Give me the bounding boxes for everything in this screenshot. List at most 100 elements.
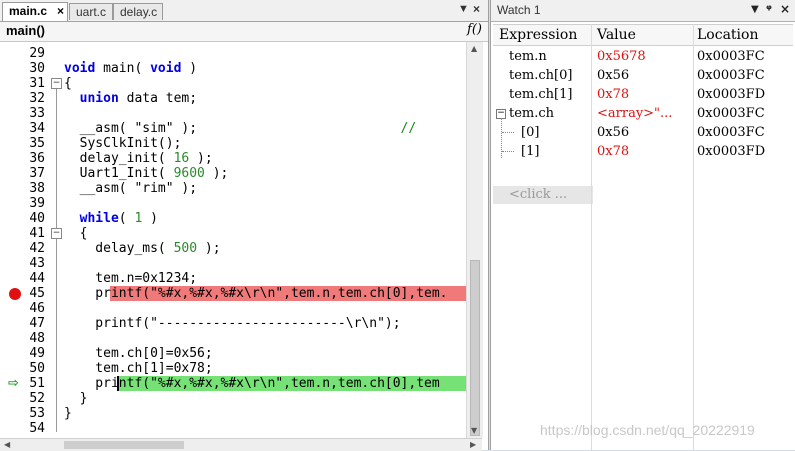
watch-header: Expression Value Location bbox=[493, 24, 793, 46]
code-area[interactable]: 29 30 void main( void ) −31{32 union data t… bbox=[0, 42, 466, 438]
window-dropdown-icon[interactable]: ▼ bbox=[751, 4, 759, 15]
code-line[interactable]: 36 delay_init( 16 ); bbox=[0, 151, 466, 166]
tab-delay-c[interactable]: delay.c bbox=[113, 3, 163, 20]
line-number: 42 bbox=[29, 241, 45, 256]
watch-value[interactable]: 0x78 bbox=[597, 142, 629, 161]
line-number: 37 bbox=[29, 166, 45, 181]
code-line[interactable]: 35 SysClkInit(); bbox=[0, 136, 466, 151]
scroll-left-icon[interactable]: ◀ bbox=[4, 440, 10, 449]
tab-main-c[interactable]: main.c × bbox=[2, 2, 68, 21]
line-number: 51 bbox=[29, 376, 45, 391]
tree-guide bbox=[502, 132, 514, 134]
line-number: 49 bbox=[29, 346, 45, 361]
watch-value[interactable]: 0x5678 bbox=[597, 47, 646, 66]
code-line[interactable]: 38 __asm( "rim" ); bbox=[0, 181, 466, 196]
column-divider[interactable] bbox=[693, 24, 694, 450]
code-line[interactable]: 39 bbox=[0, 196, 466, 211]
code-text: tem.ch[0]=0x56; bbox=[64, 346, 213, 361]
add-watch-row[interactable]: <click ... bbox=[493, 186, 593, 204]
code-line[interactable]: 34 __asm( "sim" ); // bbox=[0, 121, 466, 136]
code-line[interactable]: 46 bbox=[0, 301, 466, 316]
code-line[interactable]: ⇨ 51 printf("%#x,%#x,%#x\r\n",tem.n,tem.c… bbox=[0, 376, 466, 391]
code-text: printf("------------------------\r\n"); bbox=[64, 316, 401, 331]
scroll-right-icon[interactable]: ▶ bbox=[470, 440, 476, 449]
function-list-icon[interactable]: f() bbox=[467, 22, 482, 37]
watch-expression: tem.ch[1] bbox=[509, 87, 573, 102]
watch-row[interactable]: tem.ch[0] 0x56 0x0003FC bbox=[493, 66, 793, 85]
watch-row[interactable]: tem.n 0x5678 0x0003FC bbox=[493, 47, 793, 66]
code-line[interactable]: −41 { bbox=[0, 226, 466, 241]
code-text: printf("%#x,%#x,%#x\r\n",tem.n,tem.ch[0]… bbox=[64, 286, 448, 301]
editor-pane: main.c × uart.c delay.c ▼ × main() f() 29… bbox=[0, 0, 489, 451]
line-number: 30 bbox=[29, 61, 45, 76]
code-line[interactable]: 43 bbox=[0, 256, 466, 271]
code-text: } bbox=[64, 391, 88, 406]
line-number: 54 bbox=[29, 421, 45, 436]
current-function-label: main() bbox=[6, 23, 45, 38]
editor-horizontal-scrollbar[interactable]: ◀ ▶ bbox=[0, 438, 482, 451]
watch-window: Watch 1 ▼ ᵠ × Expression Value Location … bbox=[490, 0, 795, 450]
code-line[interactable]: 49 tem.ch[0]=0x56; bbox=[0, 346, 466, 361]
code-line[interactable]: 33 bbox=[0, 106, 466, 121]
program-counter-arrow-icon: ⇨ bbox=[8, 376, 19, 391]
code-text: { bbox=[64, 76, 72, 91]
column-header-expression[interactable]: Expression bbox=[499, 27, 577, 43]
editor-tab-bar: main.c × uart.c delay.c ▼ × bbox=[0, 0, 488, 22]
watch-row[interactable]: tem.ch[1] 0x78 0x0003FD bbox=[493, 85, 793, 104]
watch-row-child[interactable]: [0] 0x56 0x0003FC bbox=[493, 123, 793, 142]
code-line[interactable]: 54 bbox=[0, 421, 466, 436]
code-line[interactable]: 30 void main( void ) bbox=[0, 61, 466, 76]
watch-row-expandable[interactable]: − tem.ch <array>"... 0x0003FC bbox=[493, 104, 793, 123]
close-file-icon[interactable]: × bbox=[473, 2, 480, 16]
code-line[interactable]: 50 tem.ch[1]=0x78; bbox=[0, 361, 466, 376]
line-number: 35 bbox=[29, 136, 45, 151]
scroll-thumb[interactable] bbox=[470, 260, 480, 436]
code-line[interactable]: −31 { bbox=[0, 76, 466, 91]
watch-value[interactable]: 0x56 bbox=[597, 123, 629, 142]
watch-value[interactable]: 0x56 bbox=[597, 66, 629, 85]
column-header-value[interactable]: Value bbox=[597, 27, 636, 43]
watch-row-child[interactable]: [1] 0x78 0x0003FD bbox=[493, 142, 793, 161]
breakpoint-icon[interactable] bbox=[9, 288, 21, 300]
code-line[interactable]: 32 union data tem; bbox=[0, 91, 466, 106]
editor-vertical-scrollbar[interactable]: ▲ ▼ bbox=[466, 42, 483, 438]
line-number: 40 bbox=[29, 211, 45, 226]
tab-uart-c[interactable]: uart.c bbox=[69, 3, 113, 20]
fold-toggle-icon[interactable]: − bbox=[51, 228, 62, 239]
line-number: 39 bbox=[29, 196, 45, 211]
column-header-location[interactable]: Location bbox=[697, 27, 758, 43]
watch-expression: [0] bbox=[521, 125, 540, 140]
code-line[interactable]: 47 printf("------------------------\r\n"… bbox=[0, 316, 466, 331]
code-line[interactable]: 52 } bbox=[0, 391, 466, 406]
line-number: 29 bbox=[29, 46, 45, 61]
code-line[interactable]: 53} bbox=[0, 406, 466, 421]
code-line[interactable]: 44 tem.n=0x1234; bbox=[0, 271, 466, 286]
code-line[interactable]: 40 while( 1 ) bbox=[0, 211, 466, 226]
code-text: void main( void ) bbox=[64, 61, 198, 76]
scroll-up-icon[interactable]: ▲ bbox=[471, 44, 477, 53]
tab-label: delay.c bbox=[120, 5, 158, 19]
watch-expression: tem.n bbox=[509, 49, 547, 64]
watch-location: 0x0003FD bbox=[697, 144, 766, 159]
watch-location: 0x0003FC bbox=[697, 125, 765, 140]
pin-icon[interactable]: ᵠ bbox=[766, 2, 772, 16]
code-line[interactable]: 42 delay_ms( 500 ); bbox=[0, 241, 466, 256]
code-text: delay_init( 16 ); bbox=[64, 151, 213, 166]
code-line[interactable]: 37 Uart1_Init( 9600 ); bbox=[0, 166, 466, 181]
tab-list-dropdown-icon[interactable]: ▼ bbox=[458, 3, 469, 15]
watch-value[interactable]: 0x78 bbox=[597, 85, 629, 104]
code-text: __asm( "sim" ); // bbox=[64, 121, 417, 136]
code-line[interactable]: 45 printf("%#x,%#x,%#x\r\n",tem.n,tem.ch… bbox=[0, 286, 466, 301]
column-divider[interactable] bbox=[591, 24, 592, 450]
code-line[interactable]: 29 bbox=[0, 46, 466, 61]
watch-value[interactable]: <array>"... bbox=[597, 104, 672, 123]
code-text: Uart1_Init( 9600 ); bbox=[64, 166, 229, 181]
close-icon[interactable]: × bbox=[780, 2, 790, 16]
code-text: } bbox=[64, 406, 72, 421]
code-line[interactable]: 48 bbox=[0, 331, 466, 346]
tab-close-icon[interactable]: × bbox=[57, 4, 64, 18]
fold-toggle-icon[interactable]: − bbox=[51, 78, 62, 89]
watch-expression: tem.ch bbox=[509, 106, 555, 121]
scroll-thumb[interactable] bbox=[64, 441, 184, 449]
scroll-down-icon[interactable]: ▼ bbox=[471, 426, 477, 435]
